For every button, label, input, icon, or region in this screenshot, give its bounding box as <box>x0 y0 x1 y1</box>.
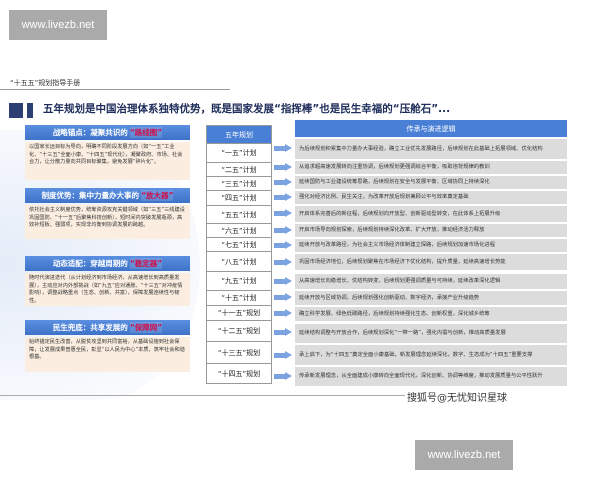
heading-highlight: “保障网” <box>129 322 163 333</box>
heading-highlight: “放大器” <box>141 190 174 201</box>
arrow-icon <box>274 226 292 235</box>
arrow-icon <box>274 193 292 202</box>
arrow-icon <box>274 258 292 267</box>
box-body-strategy: 以国家长远目标为导向，明确不同阶段发展方向（如“一五”工业化、“十三五”全面小康… <box>25 142 190 180</box>
title-marker-icon <box>9 103 23 118</box>
heading-text: 制度优势：集中力量办大事的 <box>41 191 140 200</box>
plan-row: “五五”计划 <box>207 205 271 223</box>
heading-text: 民生兜底：共享发展的 <box>52 323 128 332</box>
box-body-livelihood: 始终锚定民生改善，从脱贫攻坚到共同富裕，从基础设施到社会保障，让发展成果普惠全民… <box>25 337 190 372</box>
divider <box>0 395 470 396</box>
divider <box>0 89 230 90</box>
watermark-bottom: www.livezb.net <box>415 440 513 470</box>
plan-row: “二五”计划 <box>207 162 271 176</box>
arrow-icon <box>274 163 292 172</box>
box-body-dynamic: 随时代演进迭代（从计划经济到市场经济，从高速增长到高质量发展），主动应对内外部挑… <box>25 273 190 306</box>
logic-header: 传承与演进逻辑 <box>295 120 567 137</box>
logic-row: 延续国防与工业建设统筹思路，后续规划在安全与发展平衡、区域协同上持续深化 <box>295 176 567 189</box>
sohu-watermark: 搜狐号@无忧知识星球 <box>405 389 515 404</box>
logic-row: 从追求超高速发展转向注重协调，后续规划更强调综合平衡，吸取违背规律的教训 <box>295 161 567 174</box>
arrow-icon <box>274 144 292 153</box>
title-marker-icon <box>27 103 33 118</box>
logic-row: 延续开放与区域协调，后续规划强化创新驱动、数字经济，承接产业升级趋势 <box>295 291 567 305</box>
plan-row: “三五”计划 <box>207 176 271 190</box>
plan-row: “十五”计划 <box>207 290 271 305</box>
plan-row: “九五”计划 <box>207 271 271 290</box>
heading-highlight: “路线图” <box>129 127 163 138</box>
logic-row: 延续结构调整与开放合作，后续规划深化“一带一路”，强化内需与创新，推动高质量发展 <box>295 324 567 343</box>
logic-row: 传承新发展理念，从全面建成小康转向全面现代化，深化创新、协调等维度，推动发展质量… <box>295 367 567 386</box>
arrow-icon <box>274 293 292 302</box>
arrow-icon <box>274 178 292 187</box>
plan-row: “八五”计划 <box>207 251 271 271</box>
heading-text: 动态适配：穿越周期的 <box>52 259 128 268</box>
logic-row: 开启市场导向规划探索，后续规划持续深化改革、扩大开放，推动经济活力释放 <box>295 224 567 237</box>
plan-row: “四五”计划 <box>207 190 271 205</box>
arrow-icon <box>274 328 292 337</box>
logic-row: 开启体系完善后的新征程，后续规划向开放型、创新驱动型转变，在此体系上拓展升级 <box>295 206 567 222</box>
box-heading-system: 制度优势：集中力量办大事的 “放大器” <box>25 188 190 203</box>
watermark-top: www.livezb.net <box>9 10 107 40</box>
page-title: 五年规划是中国治理体系独特优势，既是国家发展“指挥棒”也是民生幸福的“压舱石”.… <box>43 103 451 115</box>
logic-row: 延续开放与改革路径，为社会主义市场经济体制建立探路，后续规划加速市场化进程 <box>295 239 567 252</box>
logic-row: 为后续规划积累集中力量办大事经验，确立工业优先发展路径，后续规划在此基础上拓展领… <box>295 139 567 159</box>
plan-row: “六五”计划 <box>207 223 271 237</box>
logic-row: 强化对经济比例、民生关注，为改革开放后规划兼顾公平与效率奠定基础 <box>295 191 567 204</box>
box-heading-livelihood: 民生兜底：共享发展的 “保障网” <box>25 320 190 335</box>
document-label: “十五五”规划指导手册 <box>10 79 81 87</box>
box-body-system: 依托社会主义制度优势，统筹资源攻克关键领域（如“三五”三线建设巩固国防、“十一五… <box>25 205 190 239</box>
arrow-icon <box>274 372 292 381</box>
logic-row: 承上启下，为“十四五”奠定全面小康基础，新发展理念延续深化，数字、生态成为“十四… <box>295 345 567 365</box>
plan-row: “十二五”规划 <box>207 320 271 341</box>
plan-row: “十一五”规划 <box>207 305 271 320</box>
arrow-icon <box>274 209 292 218</box>
box-heading-dynamic: 动态适配：穿越周期的 “稳定器” <box>25 256 190 271</box>
plan-row: “十三五”规划 <box>207 341 271 363</box>
heading-highlight: “稳定器” <box>129 258 163 269</box>
arrow-icon <box>274 351 292 360</box>
plan-row: “一五”计划 <box>207 143 271 162</box>
heading-text: 战略锚点：凝聚共识的 <box>52 128 128 137</box>
arrow-icon <box>274 277 292 286</box>
logic-row: 确立科学发展、绿色低碳路径，后续规划持续强化生态、创新权重，深化城乡统筹 <box>295 307 567 321</box>
plan-table-header: 五年规划 <box>207 126 271 143</box>
plan-row: “七五”计划 <box>207 237 271 251</box>
arrow-icon <box>274 309 292 318</box>
box-heading-strategy: 战略锚点：凝聚共识的 “路线图” <box>25 125 190 140</box>
plan-row: “十四五”规划 <box>207 363 271 383</box>
plan-table: 五年规划 “一五”计划 “二五”计划 “三五”计划 “四五”计划 “五五”计划 … <box>206 125 272 384</box>
logic-row: 从高速增长向稳增长、优结构转变，后续规划更强调质量与可持续，延续改革深化逻辑 <box>295 274 567 289</box>
arrow-icon <box>274 241 292 250</box>
logic-row: 巩固市场经济地位，后续规划聚焦在市场经济下优化结构，提升质量，延续高速增长势能 <box>295 254 567 270</box>
